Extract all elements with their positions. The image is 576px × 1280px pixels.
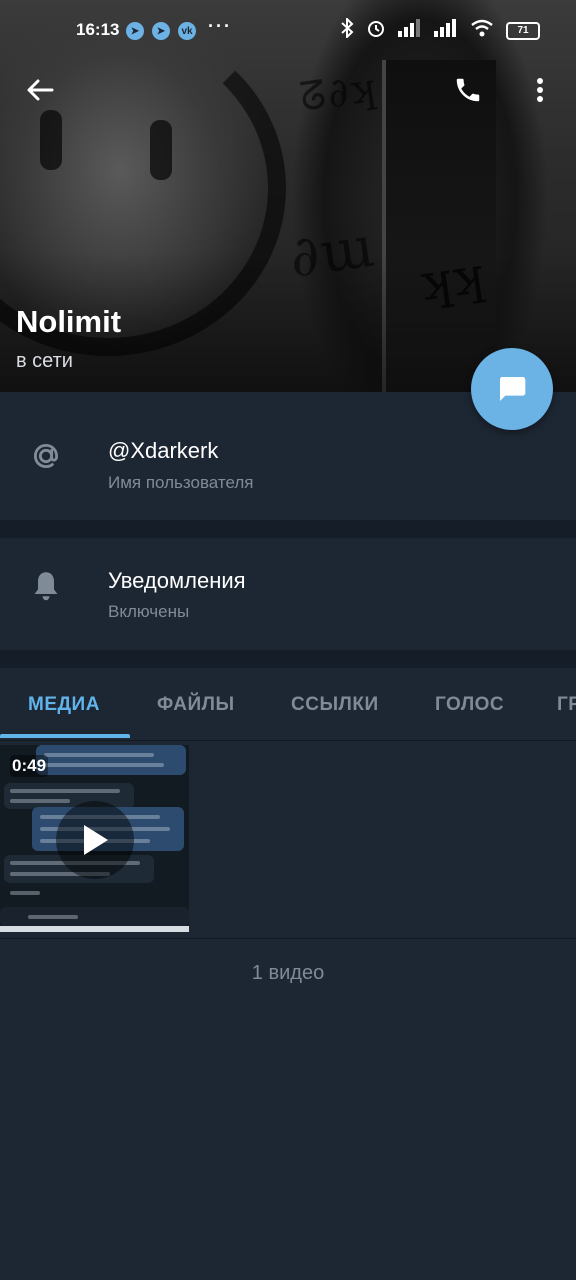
status-bar: 16:13 ➤ ➤ vk ··· 71 (0, 0, 576, 64)
more-notifications-icon: ··· (208, 16, 232, 36)
call-button[interactable] (446, 68, 490, 112)
battery-icon: 71 (506, 21, 540, 40)
vertical-dots-icon (537, 78, 543, 102)
active-tab-indicator (0, 734, 130, 738)
tab-groups[interactable]: ГР (557, 694, 576, 716)
notifications-row[interactable]: Уведомления Включены (0, 538, 576, 650)
thumb-text-line (10, 799, 70, 803)
profile-online-status: в сети (16, 350, 73, 372)
chat-bubble-icon (500, 377, 526, 401)
telegram-icon: ➤ (152, 22, 170, 40)
thumb-text-line (10, 891, 40, 895)
thumb-chat-bubble (36, 745, 186, 775)
media-count: 1 видео (251, 962, 325, 984)
media-grid: 0:49 (0, 741, 576, 939)
video-duration: 0:49 (10, 755, 49, 777)
alarm-icon (366, 18, 386, 43)
signal-icon (398, 19, 422, 42)
cover-graffiti-eye (150, 120, 172, 180)
play-icon[interactable] (56, 801, 134, 879)
at-sign-icon (26, 436, 66, 476)
thumb-text-line (10, 789, 120, 793)
username-label: Имя пользователя (108, 473, 254, 492)
phone-icon (456, 78, 480, 102)
tab-links[interactable]: ССЫЛКИ (291, 694, 379, 716)
cover-graffiti-eye (40, 110, 62, 170)
tab-files[interactable]: ФАЙЛЫ (157, 694, 235, 716)
status-indicators: 71 (340, 16, 540, 43)
notifications-value: Включены (108, 602, 190, 621)
telegram-icon: ➤ (126, 22, 144, 40)
bell-icon (26, 566, 66, 606)
back-button[interactable] (18, 68, 62, 112)
send-message-button[interactable] (471, 348, 553, 430)
more-options-button[interactable] (518, 68, 562, 112)
bluetooth-icon (340, 16, 354, 43)
media-tabs: МЕДИА ФАЙЛЫ ССЫЛКИ ГОЛОС ГР (0, 668, 576, 741)
notifications-title: Уведомления (108, 568, 246, 593)
thumb-chat-bubble (4, 783, 134, 809)
profile-name: Nolimit (16, 304, 122, 339)
video-thumbnail[interactable]: 0:49 (0, 745, 189, 932)
tab-media[interactable]: МЕДИА (28, 694, 100, 716)
signal-icon (434, 19, 458, 42)
wifi-icon (470, 19, 494, 42)
username-value: @Xdarkerk (108, 438, 219, 463)
thumb-text-line (28, 915, 78, 919)
section-divider (0, 520, 576, 538)
thumb-bottom-bar (0, 926, 189, 932)
vk-icon: vk (178, 22, 196, 40)
cover-graffiti-text: ᘔ∂ʞ (297, 64, 380, 122)
tab-voice[interactable]: ГОЛОС (435, 694, 504, 716)
status-time: 16:13 (76, 20, 120, 39)
thumb-text-line (44, 753, 154, 757)
thumb-text-line (44, 763, 164, 767)
section-divider (0, 650, 576, 668)
back-arrow-icon (27, 79, 54, 101)
